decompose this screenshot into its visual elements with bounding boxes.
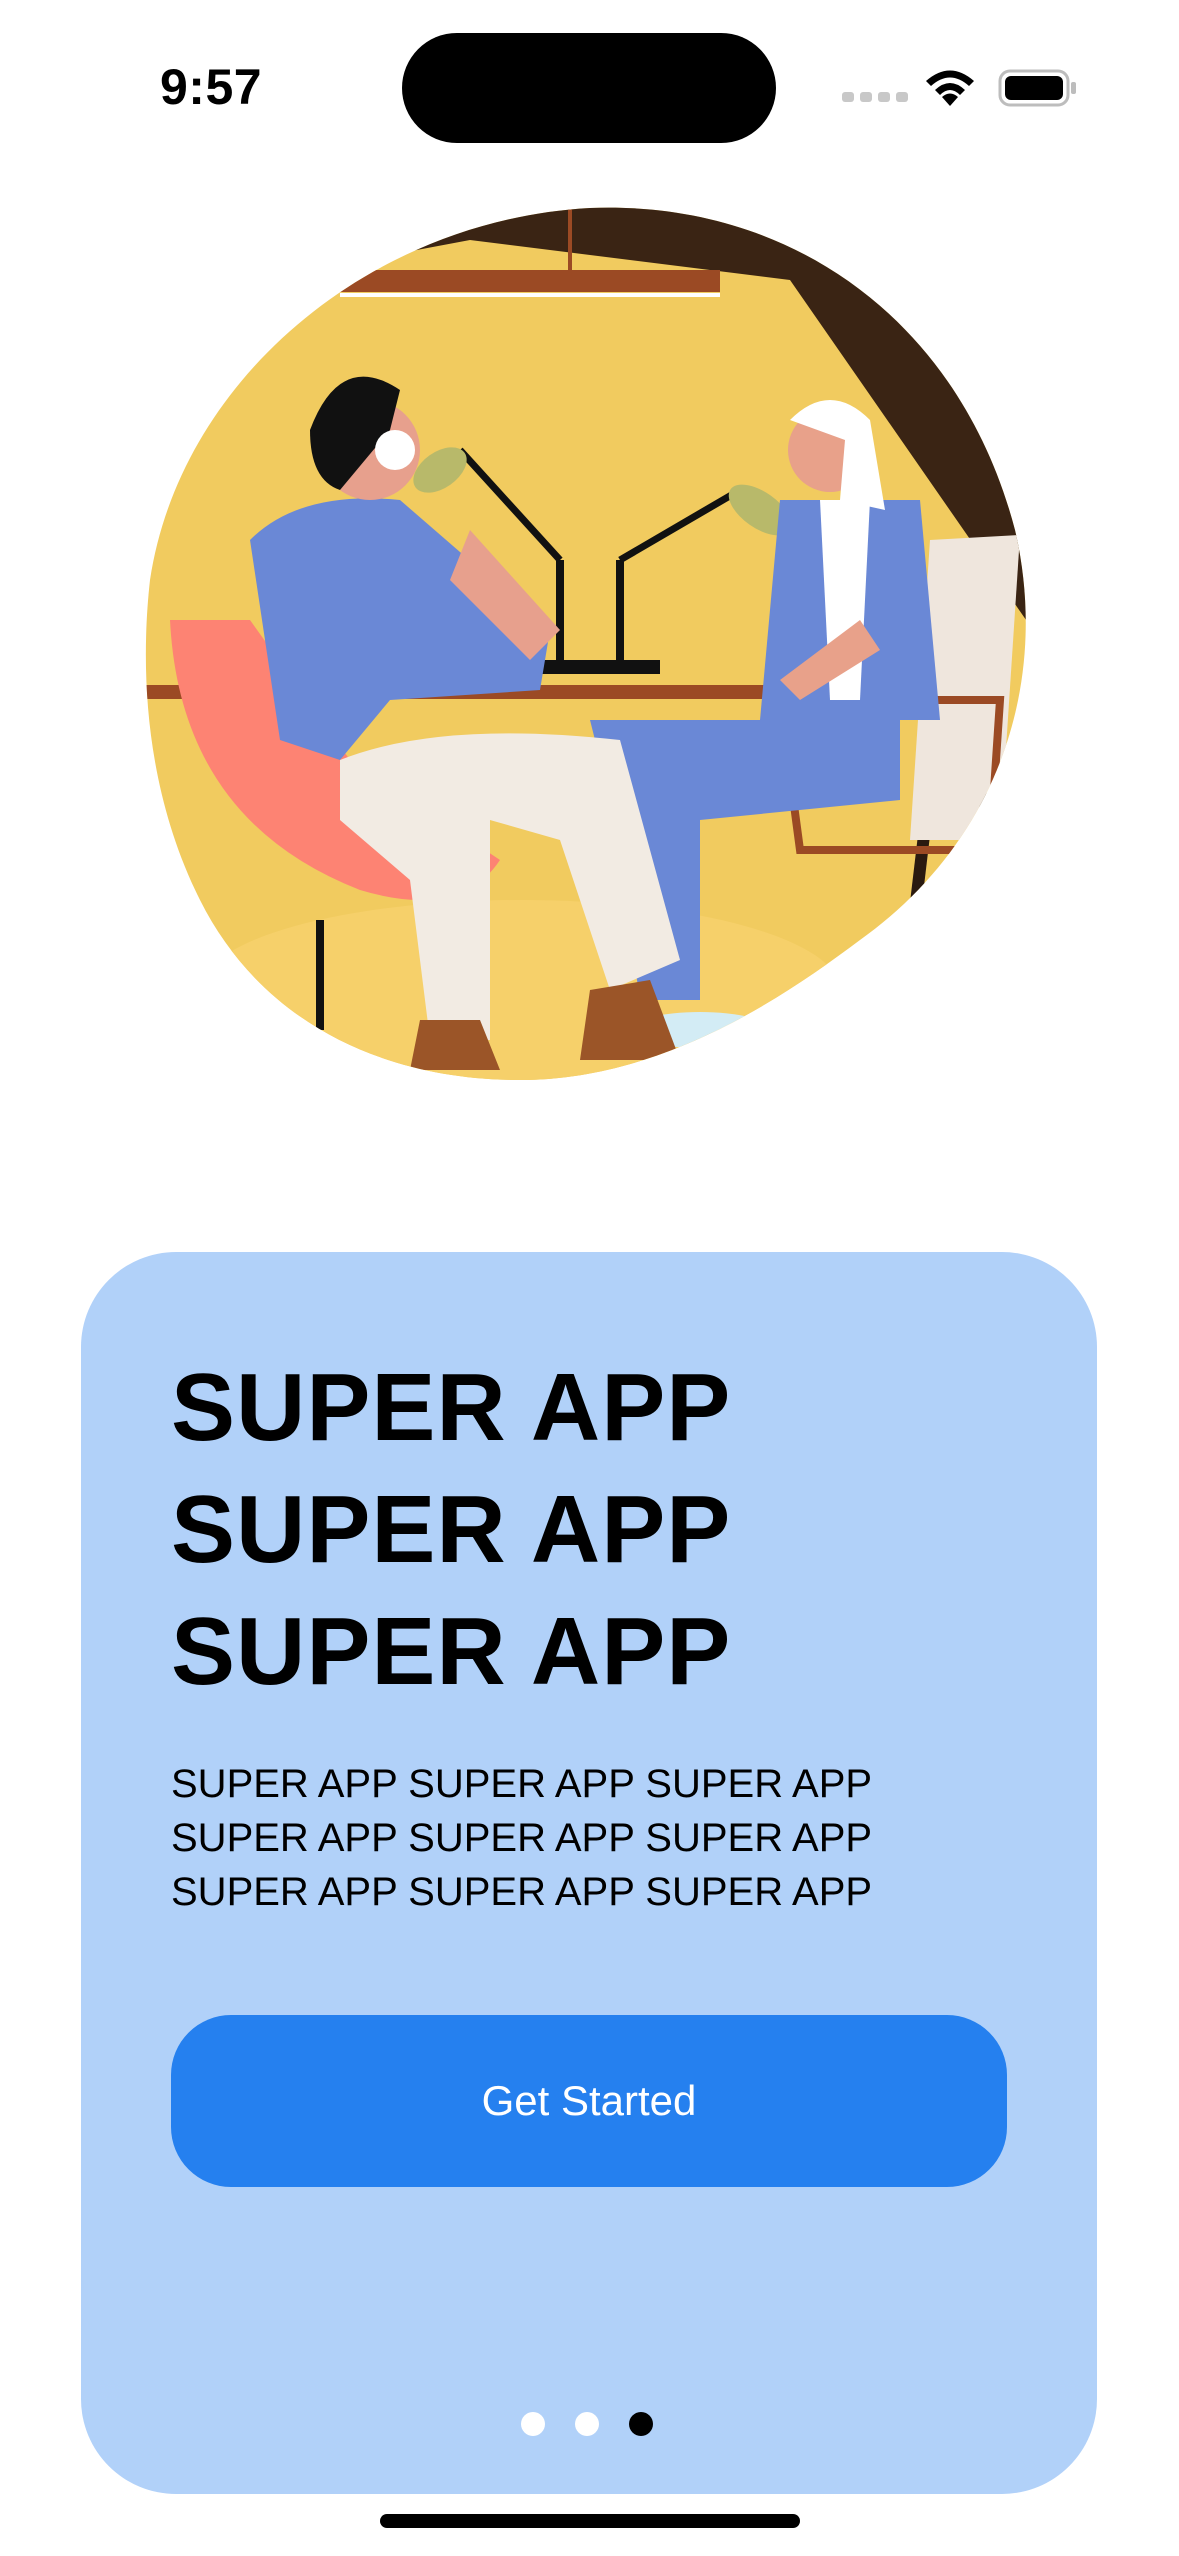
page-dot-3-active[interactable] <box>629 2412 653 2436</box>
get-started-button[interactable]: Get Started <box>171 2015 1007 2187</box>
status-time: 9:57 <box>160 59 263 115</box>
headline-line: SUPER APP <box>171 1598 732 1705</box>
status-bar: 9:57 <box>0 0 1179 170</box>
cellular-signal-icon <box>842 92 908 102</box>
headline-line: SUPER APP <box>171 1476 732 1583</box>
page-indicator[interactable] <box>521 2412 653 2436</box>
headline: SUPER APP SUPER APP SUPER APP <box>171 1347 731 1713</box>
headline-line: SUPER APP <box>171 1354 732 1461</box>
description-line: SUPER APP SUPER APP SUPER APP <box>171 1762 873 1806</box>
hero-illustration <box>145 207 1026 1080</box>
wifi-icon <box>926 70 974 106</box>
onboarding-card: SUPER APP SUPER APP SUPER APP SUPER APP … <box>81 1252 1097 2494</box>
description: SUPER APP SUPER APP SUPER APP SUPER APP … <box>171 1757 872 1919</box>
dynamic-island <box>402 33 776 143</box>
description-line: SUPER APP SUPER APP SUPER APP <box>171 1870 873 1914</box>
description-line: SUPER APP SUPER APP SUPER APP <box>171 1816 873 1860</box>
page-dot-2[interactable] <box>575 2412 599 2436</box>
battery-icon <box>998 69 1076 107</box>
page-dot-1[interactable] <box>521 2412 545 2436</box>
home-indicator[interactable] <box>380 2514 800 2528</box>
